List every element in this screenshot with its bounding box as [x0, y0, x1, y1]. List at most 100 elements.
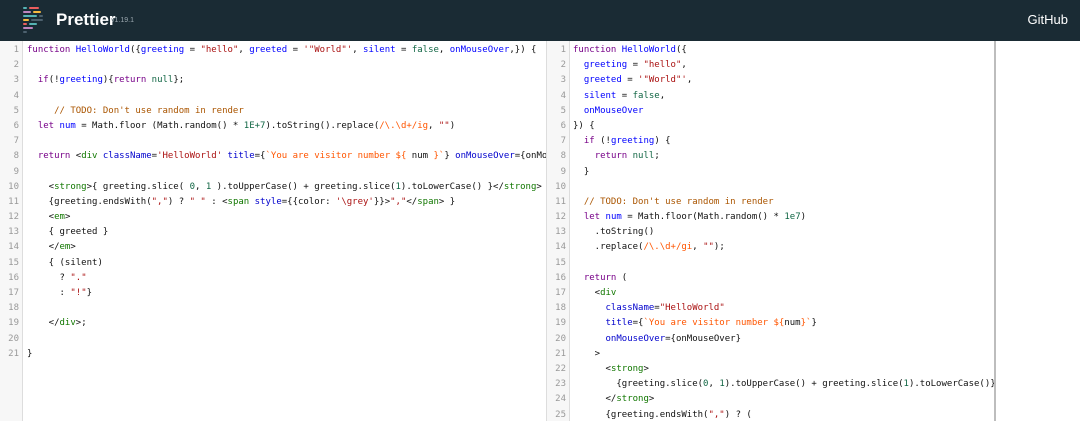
code-line[interactable]: 5 onMouseOver [547, 104, 995, 119]
code-line[interactable]: 18 className="HelloWorld" [547, 301, 995, 316]
code-line[interactable]: 22 <strong> [547, 362, 995, 377]
code-line[interactable]: 15 [547, 256, 995, 271]
code-line[interactable]: 8 return null; [547, 149, 995, 164]
code-line[interactable]: 11 {greeting.endsWith(",") ? " " : <span… [0, 195, 546, 210]
code-line[interactable]: 4 [0, 89, 546, 104]
code-text: onMouseOver [573, 104, 644, 119]
code-token: onMouseOver [455, 151, 515, 162]
code-token: < [27, 181, 55, 192]
line-number: 11 [8, 196, 19, 207]
code-token: < [70, 151, 82, 162]
code-line[interactable]: 21} [0, 347, 546, 362]
code-text: function HelloWorld({greeting = "hello",… [27, 43, 536, 58]
code-token: "," [708, 409, 725, 420]
code-line[interactable]: 12 let num = Math.floor(Math.random() * … [547, 210, 995, 225]
prettier-logo-icon [23, 7, 45, 33]
line-number: 9 [560, 166, 566, 177]
code-line[interactable]: 17 : "!"} [0, 286, 546, 301]
code-line[interactable]: 19 </div>; [0, 316, 546, 331]
code-line[interactable]: 8 return <div className='HelloWorld' tit… [0, 149, 546, 164]
code-line[interactable]: 20 [0, 332, 546, 347]
code-line[interactable]: 10 [547, 180, 995, 195]
code-line[interactable]: 3 if(!greeting){return null}; [0, 73, 546, 88]
code-token: } [573, 166, 590, 177]
code-line[interactable]: 1 function HelloWorld({greeting = "hello"… [0, 43, 546, 58]
code-token: , [438, 45, 450, 55]
code-line[interactable]: 18 [0, 301, 546, 316]
code-line[interactable]: 15 { (silent) [0, 256, 546, 271]
code-line[interactable]: 6 let num = Math.floor (Math.random() * … [0, 119, 546, 134]
code-line[interactable]: 13 .toString() [547, 225, 995, 240]
line-number: 17 [555, 288, 566, 298]
code-line[interactable]: 14 .replace(/\.\d+/gi, ""); [547, 240, 995, 255]
code-token: // TODO: Don't use random in render [54, 105, 244, 116]
code-text: </em> [27, 240, 76, 255]
line-number: 5 [560, 105, 566, 116]
code-line[interactable]: 21 > [547, 347, 995, 362]
code-line[interactable]: 19 title={`You are visitor number ${num}… [547, 316, 995, 331]
code-line[interactable]: 16 ? "." [0, 271, 546, 286]
code-text: </div>; [27, 316, 87, 331]
code-line[interactable]: 7 [0, 134, 546, 149]
output-editor[interactable]: 1 function HelloWorld({2 greeting = "hell… [547, 41, 995, 421]
code-line[interactable]: 2 [0, 58, 546, 73]
code-line[interactable]: 17 <div [547, 286, 995, 301]
code-token: } [86, 288, 93, 298]
code-line[interactable]: 9 } [547, 165, 995, 180]
code-token: '\grey' [335, 196, 374, 207]
code-token: >; [75, 318, 87, 329]
code-line[interactable]: 11 // TODO: Don't use random in render [547, 195, 995, 210]
code-line[interactable]: 23 {greeting.slice(0, 1).toUpperCase() +… [547, 377, 995, 392]
code-line[interactable]: 12 <em> [0, 210, 546, 225]
code-text: > [573, 347, 600, 362]
code-token: = [627, 60, 644, 71]
code-line[interactable]: 1 function HelloWorld({ [547, 43, 995, 58]
code-token: , [708, 379, 720, 390]
code-token: , [352, 45, 364, 55]
code-text: : "!"} [27, 286, 93, 301]
code-token: greeting [583, 60, 628, 71]
code-token: if [583, 136, 595, 147]
code-token: ({ [129, 45, 141, 55]
code-line[interactable]: 9 [0, 165, 546, 180]
empty-panel [996, 41, 1080, 421]
line-number: 4 [560, 90, 566, 101]
line-number: 3 [560, 75, 566, 86]
input-editor[interactable]: 1 function HelloWorld({greeting = "hello"… [0, 41, 547, 421]
code-text: if(!greeting){return null}; [27, 73, 184, 88]
line-number: 1 [13, 45, 19, 55]
code-token: em [59, 242, 71, 253]
input-code[interactable]: 1 function HelloWorld({greeting = "hello"… [0, 43, 546, 362]
code-token: "" [703, 242, 714, 253]
line-number: 6 [560, 120, 566, 131]
code-token: ).toLowerCase()} [908, 379, 995, 390]
code-text: // TODO: Don't use random in render [27, 104, 244, 119]
code-line[interactable]: 20 onMouseOver={onMouseOver} [547, 332, 995, 347]
code-line[interactable]: 3 greeted = '"World"', [547, 73, 995, 88]
code-line[interactable]: 7 if (!greeting) { [547, 134, 995, 149]
code-line[interactable]: 24 </strong> [547, 392, 995, 407]
line-number: 25 [555, 409, 566, 420]
code-line[interactable]: 2 greeting = "hello", [547, 58, 995, 73]
code-text: </strong> [573, 392, 655, 407]
code-token: ) ? ( [724, 409, 752, 420]
code-line[interactable]: 16 return ( [547, 271, 995, 286]
code-line[interactable]: 14 </em> [0, 240, 546, 255]
line-number: 11 [555, 196, 566, 207]
output-code[interactable]: 1 function HelloWorld({2 greeting = "hell… [547, 43, 995, 421]
code-line[interactable]: 4 silent = false, [547, 89, 995, 104]
code-line[interactable]: 10 <strong>{ greeting.slice( 0, 1 ).toUp… [0, 180, 546, 195]
code-line[interactable]: 25 {greeting.endsWith(",") ? ( [547, 408, 995, 421]
code-token: }; [173, 75, 185, 86]
code-token: { (silent) [27, 257, 103, 268]
code-token: return [37, 151, 71, 162]
code-line[interactable]: 6 }) { [547, 119, 995, 134]
code-token: title [227, 151, 255, 162]
code-line[interactable]: 5 // TODO: Don't use random in render [0, 104, 546, 119]
code-line[interactable]: 13 { greeted } [0, 225, 546, 240]
github-link[interactable]: GitHub [1028, 12, 1068, 27]
code-token: }) { [573, 120, 595, 131]
